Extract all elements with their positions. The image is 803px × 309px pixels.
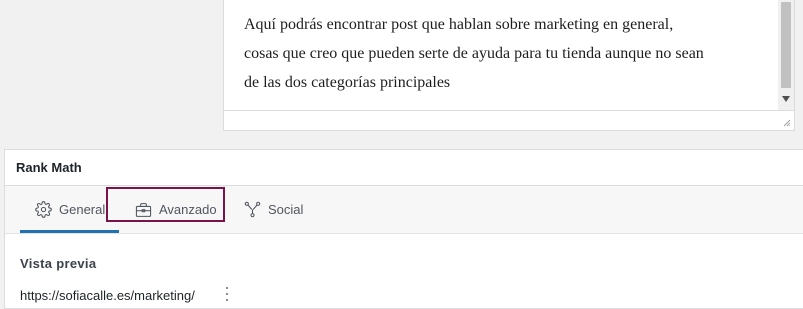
panel-title: Rank Math [16, 160, 82, 175]
editor-scrollbar[interactable] [778, 0, 794, 110]
category-description-editor[interactable]: Aquí podrás encontrar post que hablan so… [223, 0, 795, 131]
description-text[interactable]: Aquí podrás encontrar post que hablan so… [244, 10, 774, 97]
gear-icon [35, 201, 52, 218]
preview-url: https://sofiacalle.es/marketing/ [20, 288, 195, 303]
editor-divider [224, 110, 794, 111]
more-options-icon[interactable] [224, 287, 230, 301]
rank-math-panel: Rank Math General Avanzado Social Vista … [4, 149, 803, 309]
tab-label: Social [268, 202, 304, 217]
description-line: Aquí podrás encontrar post que hablan so… [244, 16, 674, 33]
social-nodes-icon [244, 201, 261, 218]
scroll-thumb[interactable] [781, 2, 791, 88]
preview-section-title: Vista previa [20, 256, 97, 271]
description-line: cosas que creo que pueden serte de ayuda… [244, 45, 704, 62]
description-line: de las dos categorías principales [244, 74, 451, 91]
tab-label: General [59, 202, 106, 217]
active-tab-indicator [20, 230, 119, 233]
highlight-annotation-box [106, 187, 225, 222]
resize-grip-icon[interactable] [783, 119, 791, 127]
tab-social[interactable]: Social [244, 186, 303, 233]
tab-bar: General Avanzado Social [5, 186, 803, 234]
scroll-down-arrow-icon[interactable] [781, 94, 791, 104]
tab-general[interactable]: General [35, 186, 105, 233]
